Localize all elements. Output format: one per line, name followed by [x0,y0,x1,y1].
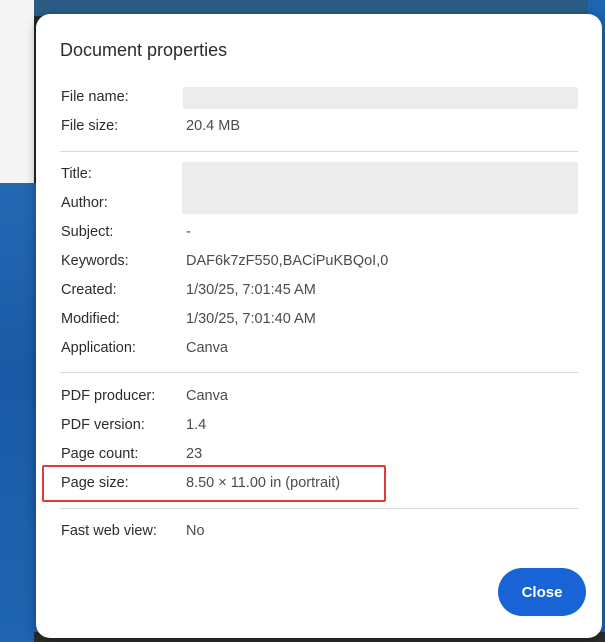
document-properties-dialog: Document properties File name: File size… [36,14,602,638]
file-name-redacted-value [183,87,578,109]
application-value: Canva [186,340,228,356]
dialog-title: Document properties [60,40,228,60]
page-count-label: Page count: [61,446,139,462]
page-size-highlight-box [42,465,386,502]
file-name-label: File name: [61,89,129,105]
title-author-redacted-value [182,162,578,214]
fast-web-view-label: Fast web view: [61,523,157,539]
created-label: Created: [61,282,117,298]
pdf-version-value: 1.4 [186,417,207,433]
pdf-producer-label: PDF producer: [61,388,156,404]
file-size-value: 20.4 MB [186,118,240,134]
keywords-label: Keywords: [61,253,129,269]
background-blue-panel-left [0,183,38,642]
section-divider [60,508,578,509]
page-count-value: 23 [186,446,203,462]
pdf-version-label: PDF version: [61,417,145,433]
modified-value: 1/30/25, 7:01:40 AM [186,311,316,327]
file-size-label: File size: [61,118,119,134]
application-label: Application: [61,340,136,356]
pdf-producer-value: Canva [186,388,228,404]
fast-web-view-value: No [186,523,205,539]
keywords-value: DAF6k7zF550,BACiPuKBQoI,0 [186,253,389,269]
modified-label: Modified: [61,311,120,327]
background-page-fragment [0,0,34,183]
section-divider [60,372,578,373]
section-divider [60,151,578,152]
created-value: 1/30/25, 7:01:45 AM [186,282,316,298]
subject-value: - [186,224,191,240]
close-button[interactable]: Close [498,568,586,616]
subject-label: Subject: [61,224,114,240]
title-label: Title: [61,166,92,182]
author-label: Author: [61,195,108,211]
